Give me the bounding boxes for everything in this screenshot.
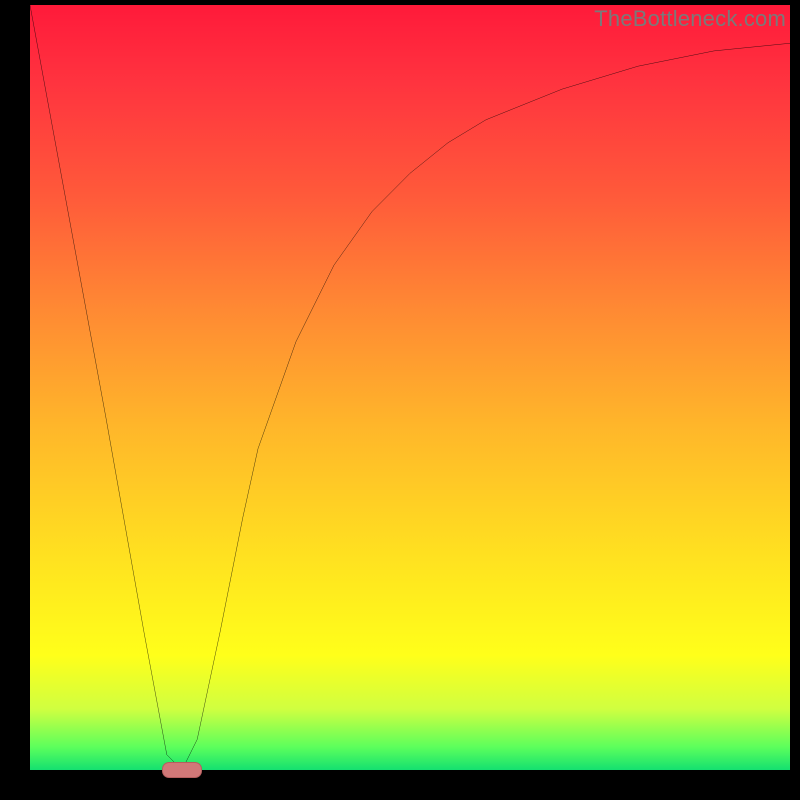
- plot-area: [30, 5, 790, 770]
- curve-svg: [30, 5, 790, 770]
- optimal-marker: [162, 762, 202, 778]
- chart-frame: TheBottleneck.com: [0, 0, 800, 800]
- watermark-text: TheBottleneck.com: [594, 6, 786, 32]
- bottleneck-curve: [30, 5, 790, 770]
